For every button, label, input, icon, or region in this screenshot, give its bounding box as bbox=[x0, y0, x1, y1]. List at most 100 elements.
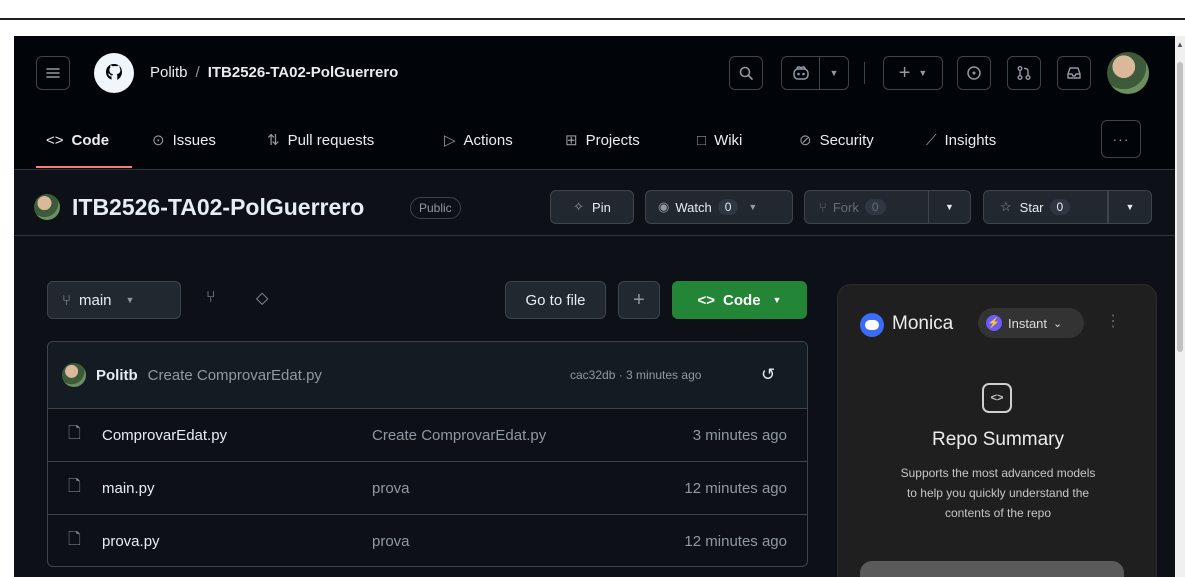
chevron-down-icon: ▼ bbox=[748, 202, 758, 212]
more-options-icon[interactable]: ⋮ bbox=[1105, 311, 1121, 331]
file-row[interactable]: 🗋 main.py prova 12 minutes ago bbox=[48, 462, 807, 515]
tab-wiki-label: Wiki bbox=[714, 131, 743, 149]
file-name[interactable]: prova.py bbox=[102, 533, 160, 550]
scrollbar-thumb[interactable] bbox=[1177, 62, 1183, 352]
breadcrumb: Politb / ITB2526-TA02-PolGuerrero bbox=[150, 64, 398, 81]
file-row[interactable]: 🗋 ComprovarEdat.py Create ComprovarEdat.… bbox=[48, 409, 807, 462]
summarize-button[interactable] bbox=[860, 561, 1124, 577]
pull-requests-button[interactable] bbox=[1007, 56, 1041, 90]
commit-author[interactable]: Politb bbox=[96, 367, 138, 384]
monica-mode-label: Instant bbox=[1008, 315, 1048, 331]
chevron-down-icon: ⌄ bbox=[1053, 317, 1063, 330]
ellipsis-icon: ··· bbox=[1112, 131, 1130, 147]
github-repo-page: Politb / ITB2526-TA02-PolGuerrero ▼ + ▼ bbox=[14, 36, 1185, 577]
file-name[interactable]: ComprovarEdat.py bbox=[102, 427, 227, 444]
repo-owner-avatar bbox=[34, 194, 60, 220]
star-dropdown-button[interactable]: ▼ bbox=[1108, 190, 1152, 224]
watch-button[interactable]: ◉ Watch 0 ▼ bbox=[645, 190, 793, 224]
file-icon: 🗋 bbox=[68, 477, 81, 495]
tab-pull-requests[interactable]: ⇅ Pull requests bbox=[267, 124, 374, 156]
file-time: 12 minutes ago bbox=[684, 533, 787, 550]
branch-selector[interactable]: ⑂ main ▼ bbox=[47, 281, 181, 319]
code-icon: <> bbox=[982, 383, 1012, 413]
watch-label: Watch bbox=[675, 199, 712, 215]
fork-button[interactable]: ⑂ Fork 0 bbox=[804, 190, 928, 224]
chevron-down-icon: ▼ bbox=[945, 202, 954, 212]
fork-label: Fork bbox=[832, 199, 859, 215]
visibility-badge: Public bbox=[410, 197, 461, 219]
tab-security[interactable]: ⊘ Security bbox=[799, 124, 874, 156]
inbox-button[interactable] bbox=[1057, 56, 1091, 90]
fork-dropdown-button[interactable]: ▼ bbox=[928, 190, 971, 224]
copilot-button[interactable]: ▼ bbox=[781, 56, 849, 90]
star-button[interactable]: ☆ Star 0 bbox=[983, 190, 1108, 224]
branches-icon[interactable]: ⑂ bbox=[206, 289, 216, 307]
monica-mode-selector[interactable]: ⚡ Instant ⌄ bbox=[978, 308, 1084, 338]
monica-name: Monica bbox=[892, 313, 954, 334]
repo-name[interactable]: ITB2526-TA02-PolGuerrero bbox=[72, 194, 364, 221]
chevron-down-icon: ▼ bbox=[1125, 202, 1135, 212]
file-name[interactable]: main.py bbox=[102, 480, 155, 497]
browser-top-strip bbox=[0, 0, 1185, 20]
tab-pull-requests-label: Pull requests bbox=[287, 131, 375, 149]
pin-button[interactable]: ✧ Pin bbox=[550, 190, 634, 224]
history-icon[interactable]: ↺ bbox=[761, 365, 775, 385]
chevron-down-icon: ▼ bbox=[829, 68, 839, 78]
code-button-label: Code bbox=[723, 291, 761, 309]
tab-actions[interactable]: ▷ Actions bbox=[444, 124, 513, 156]
create-new-button[interactable]: + ▼ bbox=[883, 56, 943, 90]
github-logo[interactable] bbox=[94, 53, 134, 93]
file-commit-message[interactable]: Create ComprovarEdat.py bbox=[372, 427, 546, 444]
tab-issues[interactable]: ⊙ Issues bbox=[152, 124, 216, 156]
add-file-button[interactable]: + bbox=[618, 281, 660, 319]
scroll-up-arrow[interactable]: ▲ bbox=[1176, 40, 1184, 49]
commit-meta[interactable]: cac32db · 3 minutes ago bbox=[570, 368, 701, 382]
tab-code-underline bbox=[36, 166, 132, 168]
chevron-down-icon: ▼ bbox=[125, 295, 135, 305]
file-row[interactable]: 🗋 prova.py prova 12 minutes ago bbox=[48, 515, 807, 566]
repo-summary-title: Repo Summary bbox=[932, 429, 1064, 450]
issues-icon bbox=[967, 66, 981, 80]
more-tabs-button[interactable]: ··· bbox=[1101, 120, 1141, 158]
description-line: to help you quickly understand the bbox=[906, 486, 1090, 500]
branch-name: main bbox=[79, 291, 112, 309]
lightning-icon: ⚡ bbox=[986, 315, 1002, 331]
file-icon: 🗋 bbox=[68, 531, 81, 548]
tab-projects[interactable]: ⊞ Projects bbox=[565, 124, 640, 156]
tab-insights[interactable]: ⟋ Insights bbox=[926, 124, 996, 156]
tag-icon[interactable]: ◇ bbox=[256, 288, 268, 308]
play-icon: ▷ bbox=[444, 132, 456, 149]
add-file-label: + bbox=[633, 288, 645, 311]
latest-commit-row: Politb Create ComprovarEdat.py cac32db ·… bbox=[48, 342, 807, 409]
book-icon: □ bbox=[697, 131, 707, 149]
star-label: Star bbox=[1019, 199, 1044, 215]
search-icon bbox=[739, 66, 753, 80]
go-to-file-label: Go to file bbox=[525, 291, 586, 309]
fork-icon: ⑂ bbox=[819, 199, 827, 215]
code-icon: <> bbox=[697, 291, 716, 309]
github-logo-icon bbox=[106, 64, 122, 80]
code-dropdown-button[interactable]: <> Code ▼ bbox=[672, 281, 807, 319]
plus-icon: + bbox=[898, 61, 911, 84]
user-avatar[interactable] bbox=[1107, 52, 1149, 94]
page-scrollbar[interactable]: ▲ bbox=[1175, 36, 1185, 577]
commit-message[interactable]: Create ComprovarEdat.py bbox=[148, 367, 322, 384]
description-line: contents of the repo bbox=[944, 506, 1052, 520]
star-icon: ☆ bbox=[1000, 199, 1012, 214]
shield-icon: ⊘ bbox=[799, 132, 812, 149]
file-commit-message[interactable]: prova bbox=[372, 480, 410, 497]
inbox-icon bbox=[1067, 67, 1081, 79]
issues-button[interactable] bbox=[957, 56, 991, 90]
chevron-down-icon: ▼ bbox=[918, 68, 928, 78]
hamburger-menu-button[interactable] bbox=[36, 56, 70, 90]
file-commit-message[interactable]: prova bbox=[372, 533, 410, 550]
breadcrumb-repo[interactable]: ITB2526-TA02-PolGuerrero bbox=[208, 64, 399, 81]
tab-actions-label: Actions bbox=[463, 131, 513, 149]
breadcrumb-owner[interactable]: Politb bbox=[150, 64, 188, 81]
chevron-down-icon: ▼ bbox=[772, 295, 782, 305]
go-to-file-button[interactable]: Go to file bbox=[505, 281, 606, 319]
tab-wiki[interactable]: □ Wiki bbox=[697, 124, 742, 156]
tab-code[interactable]: <> Code bbox=[46, 124, 109, 156]
monica-panel: Monica ⚡ Instant ⌄ ⋮ <> Repo Summary Sup… bbox=[837, 284, 1157, 577]
search-button[interactable] bbox=[729, 56, 763, 90]
